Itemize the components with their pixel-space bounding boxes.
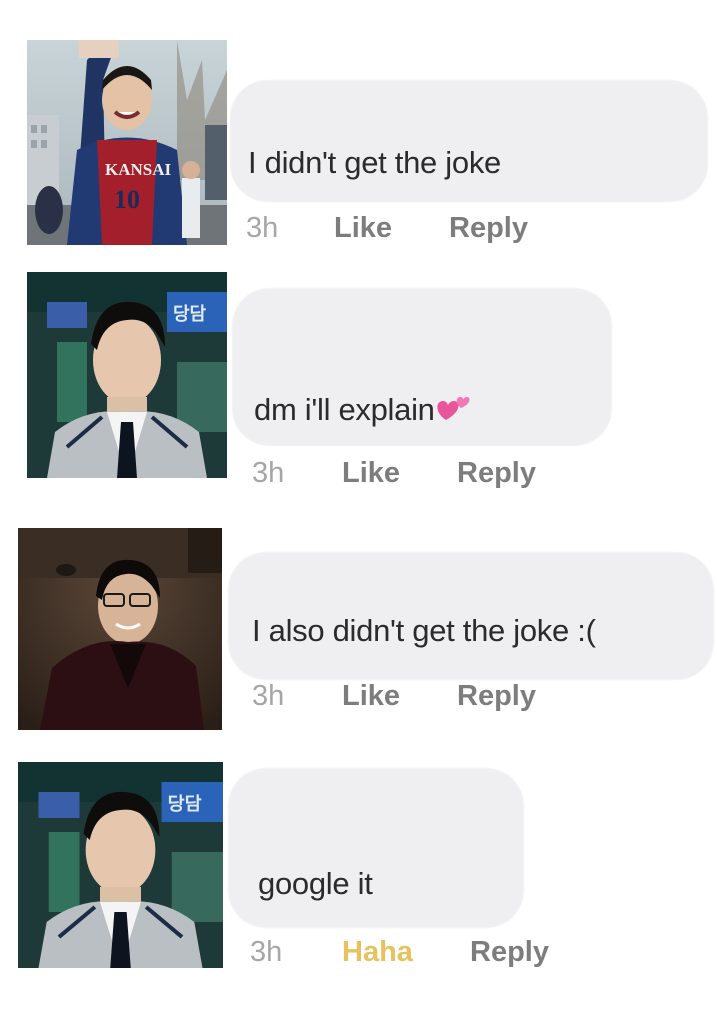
like-button[interactable]: Like [334, 212, 392, 245]
comment-text-content: dm i'll explain [254, 392, 435, 427]
avatar-grey-blazer-icon: 당담 [27, 272, 227, 478]
avatar[interactable]: 당담 [18, 762, 223, 968]
svg-text:당담: 당담 [173, 304, 207, 325]
avatar-grey-blazer-icon: 당담 [18, 762, 223, 968]
comment-item: 당담 dm i'll explain 3h Like Reply [0, 250, 717, 510]
avatar[interactable] [18, 528, 222, 730]
reply-button[interactable]: Reply [457, 457, 536, 490]
avatar[interactable]: 당담 [27, 272, 227, 478]
reply-button[interactable]: Reply [457, 680, 536, 713]
svg-text:당담: 당담 [168, 794, 202, 815]
comment-item: 당담 google it 3h Haha Reply [0, 750, 717, 1014]
like-button[interactable]: Like [342, 457, 400, 490]
like-button[interactable]: Like [342, 680, 400, 713]
avatar-glasses-smiling-icon [18, 528, 222, 730]
comment-text: dm i'll explain [254, 392, 470, 428]
reply-button[interactable]: Reply [449, 212, 528, 245]
haha-reaction-button[interactable]: Haha [342, 936, 413, 969]
reply-button[interactable]: Reply [470, 936, 549, 969]
avatar[interactable]: KANSAI 10 [27, 40, 227, 245]
svg-text:KANSAI: KANSAI [105, 160, 172, 179]
comment-time: 3h [250, 936, 283, 968]
comment-text: I didn't get the joke [248, 145, 501, 180]
two-hearts-icon [436, 397, 470, 420]
avatar-waving-player-icon: KANSAI 10 [27, 40, 227, 245]
comment-time: 3h [252, 457, 285, 489]
comment-bubble[interactable] [230, 80, 708, 202]
comment-bubble[interactable] [228, 768, 524, 928]
comment-text: google it [258, 866, 373, 901]
comment-item: I also didn't get the joke :( 3h Like Re… [0, 510, 717, 750]
svg-text:10: 10 [114, 185, 140, 214]
comment-time: 3h [246, 212, 279, 244]
comment-item: KANSAI 10 I didn't get the joke 3h Like … [0, 0, 717, 250]
comment-text: I also didn't get the joke :( [252, 613, 596, 648]
comment-time: 3h [252, 680, 285, 712]
